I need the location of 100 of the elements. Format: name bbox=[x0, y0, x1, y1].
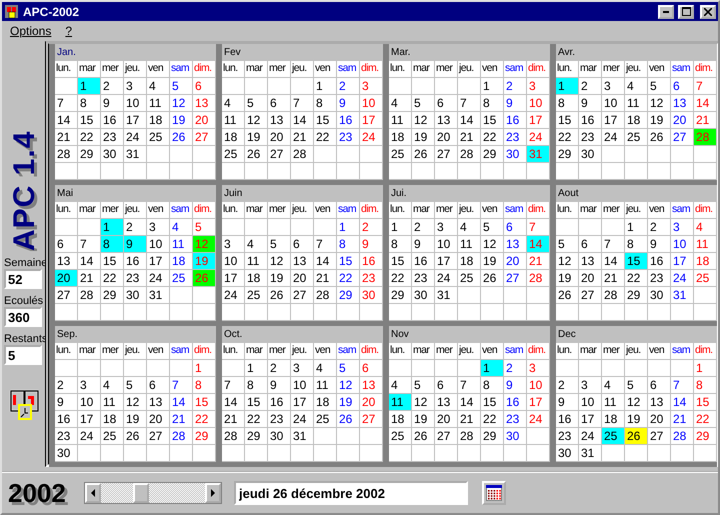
day-cell[interactable]: 15 bbox=[389, 253, 412, 270]
day-cell[interactable]: 16 bbox=[55, 411, 78, 428]
day-cell[interactable]: 31 bbox=[435, 287, 458, 304]
day-cell[interactable]: 27 bbox=[504, 270, 527, 287]
day-cell[interactable]: 9 bbox=[504, 95, 527, 112]
day-cell[interactable]: 8 bbox=[314, 95, 337, 112]
day-cell[interactable]: 31 bbox=[291, 428, 314, 445]
day-cell[interactable]: 27 bbox=[579, 287, 602, 304]
day-cell[interactable]: 6 bbox=[435, 95, 458, 112]
day-cell[interactable]: 9 bbox=[55, 394, 78, 411]
day-cell[interactable]: 20 bbox=[579, 270, 602, 287]
day-cell[interactable]: 14 bbox=[602, 253, 625, 270]
day-cell[interactable]: 9 bbox=[579, 95, 602, 112]
counter-field[interactable]: 5 bbox=[4, 345, 42, 365]
day-cell[interactable]: 3 bbox=[579, 377, 602, 394]
day-cell[interactable]: 4 bbox=[147, 78, 170, 95]
day-cell[interactable]: 26 bbox=[412, 146, 435, 163]
day-cell[interactable]: 3 bbox=[222, 236, 245, 253]
day-cell[interactable]: 24 bbox=[360, 129, 383, 146]
day-cell[interactable]: 13 bbox=[193, 95, 216, 112]
day-cell[interactable]: 19 bbox=[481, 253, 504, 270]
day-cell[interactable]: 27 bbox=[147, 428, 170, 445]
day-cell[interactable]: 25 bbox=[602, 428, 625, 445]
day-cell[interactable]: 1 bbox=[337, 219, 360, 236]
day-cell[interactable]: 14 bbox=[458, 112, 481, 129]
day-cell[interactable]: 22 bbox=[481, 411, 504, 428]
day-cell[interactable]: 14 bbox=[314, 253, 337, 270]
day-cell[interactable]: 8 bbox=[193, 377, 216, 394]
day-cell[interactable]: 21 bbox=[291, 129, 314, 146]
day-cell[interactable]: 24 bbox=[78, 428, 101, 445]
day-cell[interactable]: 22 bbox=[245, 411, 268, 428]
day-cell[interactable]: 26 bbox=[268, 287, 291, 304]
day-cell[interactable]: 7 bbox=[222, 377, 245, 394]
day-cell[interactable]: 19 bbox=[124, 411, 147, 428]
day-cell[interactable]: 19 bbox=[412, 129, 435, 146]
day-cell[interactable]: 18 bbox=[314, 394, 337, 411]
day-cell[interactable]: 23 bbox=[337, 129, 360, 146]
day-cell[interactable]: 2 bbox=[504, 78, 527, 95]
minimize-button[interactable] bbox=[658, 4, 674, 18]
day-cell[interactable]: 20 bbox=[291, 270, 314, 287]
day-cell[interactable]: 18 bbox=[222, 129, 245, 146]
day-cell[interactable]: 24 bbox=[579, 428, 602, 445]
menu-item[interactable]: ? bbox=[65, 24, 72, 38]
day-cell[interactable]: 4 bbox=[458, 219, 481, 236]
day-cell[interactable]: 12 bbox=[412, 112, 435, 129]
day-cell[interactable]: 3 bbox=[124, 78, 147, 95]
day-cell[interactable]: 13 bbox=[671, 95, 694, 112]
day-cell[interactable]: 12 bbox=[648, 95, 671, 112]
day-cell[interactable]: 3 bbox=[147, 219, 170, 236]
day-cell[interactable]: 11 bbox=[314, 377, 337, 394]
scroll-thumb[interactable] bbox=[133, 483, 149, 503]
day-cell[interactable]: 4 bbox=[222, 95, 245, 112]
day-cell[interactable]: 22 bbox=[625, 270, 648, 287]
day-cell[interactable]: 18 bbox=[458, 253, 481, 270]
day-cell[interactable]: 25 bbox=[314, 411, 337, 428]
day-cell[interactable]: 25 bbox=[458, 270, 481, 287]
day-cell[interactable]: 1 bbox=[193, 360, 216, 377]
day-cell[interactable]: 8 bbox=[625, 236, 648, 253]
day-cell[interactable]: 29 bbox=[556, 146, 579, 163]
day-cell[interactable]: 2 bbox=[101, 78, 124, 95]
day-cell[interactable]: 15 bbox=[694, 394, 717, 411]
menu-item[interactable]: Options bbox=[10, 24, 52, 38]
day-cell[interactable]: 18 bbox=[389, 129, 412, 146]
day-cell[interactable]: 26 bbox=[625, 428, 648, 445]
day-cell[interactable]: 7 bbox=[458, 377, 481, 394]
day-cell[interactable]: 4 bbox=[170, 219, 193, 236]
counter-field[interactable]: 360 bbox=[4, 307, 42, 327]
day-cell[interactable]: 2 bbox=[556, 377, 579, 394]
day-cell[interactable]: 22 bbox=[193, 411, 216, 428]
day-cell[interactable]: 21 bbox=[222, 411, 245, 428]
day-cell[interactable]: 21 bbox=[671, 411, 694, 428]
day-cell[interactable]: 10 bbox=[222, 253, 245, 270]
day-cell[interactable]: 14 bbox=[222, 394, 245, 411]
day-cell[interactable]: 30 bbox=[504, 428, 527, 445]
day-cell[interactable]: 28 bbox=[527, 270, 550, 287]
day-cell[interactable]: 9 bbox=[412, 236, 435, 253]
day-cell[interactable]: 20 bbox=[360, 394, 383, 411]
day-cell[interactable]: 24 bbox=[671, 270, 694, 287]
day-cell[interactable]: 22 bbox=[78, 129, 101, 146]
day-cell[interactable]: 23 bbox=[124, 270, 147, 287]
day-cell[interactable]: 3 bbox=[291, 360, 314, 377]
day-cell[interactable]: 15 bbox=[625, 253, 648, 270]
day-cell[interactable]: 28 bbox=[170, 428, 193, 445]
day-cell[interactable]: 12 bbox=[124, 394, 147, 411]
day-cell[interactable]: 11 bbox=[602, 394, 625, 411]
day-cell[interactable]: 17 bbox=[579, 411, 602, 428]
day-cell[interactable]: 26 bbox=[170, 129, 193, 146]
day-cell[interactable]: 8 bbox=[389, 236, 412, 253]
day-cell[interactable]: 11 bbox=[245, 253, 268, 270]
day-cell[interactable]: 12 bbox=[245, 112, 268, 129]
day-cell[interactable]: 1 bbox=[389, 219, 412, 236]
day-cell[interactable]: 12 bbox=[268, 253, 291, 270]
day-cell[interactable]: 16 bbox=[648, 253, 671, 270]
day-cell[interactable]: 4 bbox=[389, 377, 412, 394]
day-cell[interactable]: 28 bbox=[458, 428, 481, 445]
day-cell[interactable]: 11 bbox=[170, 236, 193, 253]
day-cell[interactable]: 13 bbox=[435, 394, 458, 411]
day-cell[interactable]: 11 bbox=[694, 236, 717, 253]
day-cell[interactable]: 14 bbox=[458, 394, 481, 411]
scroll-right-button[interactable] bbox=[205, 483, 221, 503]
